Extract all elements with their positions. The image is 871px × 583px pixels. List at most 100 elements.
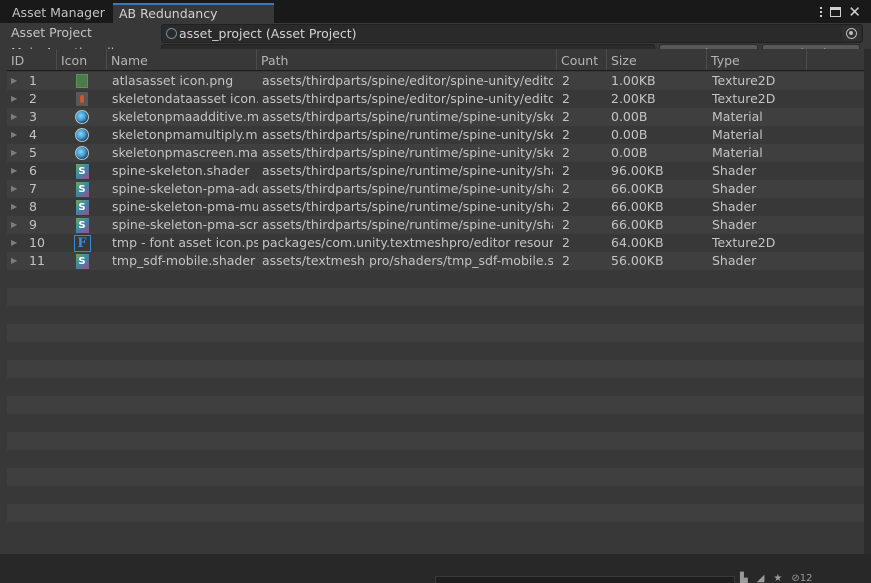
hidden-count: 12 [799, 573, 813, 583]
background-search-field[interactable] [435, 576, 735, 583]
hidden-packages-icon[interactable]: ⊘12 [791, 574, 812, 583]
row-size: 0.00B [611, 145, 648, 160]
background-toolbar-icons: ▙ ◢ ★ ⊘12 [740, 574, 813, 583]
row-id: 8 [29, 199, 37, 214]
expand-arrow-icon[interactable]: ▶ [11, 252, 21, 270]
expand-arrow-icon[interactable]: ▶ [11, 144, 21, 162]
expand-arrow-icon[interactable]: ▶ [11, 216, 21, 234]
row-name: spine-skeleton-pma-additive [112, 181, 258, 196]
row-id: 5 [29, 145, 37, 160]
tab-asset-manager[interactable]: Asset Manager [5, 3, 112, 23]
row-name: tmp_sdf-mobile.shader [112, 253, 256, 268]
row-size: 0.00B [611, 127, 648, 142]
table-row[interactable]: ▶ 2 skeletondataasset icon.png assets/third… [7, 90, 864, 108]
empty-table-row [7, 414, 864, 432]
column-header-icon[interactable]: Icon [56, 49, 106, 70]
expand-arrow-icon[interactable]: ▶ [11, 180, 21, 198]
row-path: assets/thirdparts/spine/runtime/spine-un… [262, 109, 553, 124]
table-row[interactable]: ▶ 7 Sspine-skeleton-pma-additive assets/thi… [7, 180, 864, 198]
row-size: 66.00KB [611, 181, 664, 196]
object-picker-button[interactable] [842, 26, 861, 41]
row-name: spine-skeleton-pma-screen [112, 217, 258, 232]
row-count: 2 [562, 127, 570, 142]
asset-project-field[interactable]: asset_project (Asset Project) [161, 24, 863, 43]
tab-ab-redundancy-checker[interactable]: AB Redundancy Checker [113, 3, 274, 39]
row-size: 66.00KB [611, 217, 664, 232]
row-id: 9 [29, 217, 37, 232]
row-name: tmp - font asset icon.psd [112, 235, 258, 250]
column-header-id[interactable]: ID [7, 49, 55, 70]
row-id: 7 [29, 181, 37, 196]
row-size: 64.00KB [611, 235, 664, 250]
expand-arrow-icon[interactable]: ▶ [11, 108, 21, 126]
row-path: assets/textmesh pro/shaders/tmp_sdf-mobi… [262, 253, 553, 268]
table-row[interactable]: ▶ 6 Sspine-skeleton.shader assets/thirdpart… [7, 162, 864, 180]
row-count: 2 [562, 253, 570, 268]
column-header-size[interactable]: Size [606, 49, 706, 70]
table-row[interactable]: ▶ 3 skeletonpmaadditive.mat assets/thirdpar… [7, 108, 864, 126]
close-icon[interactable]: ✕ [848, 3, 861, 21]
row-count: 2 [562, 91, 570, 106]
row-type: Shader [712, 253, 757, 268]
table-row[interactable]: ▶ 8 Sspine-skeleton-pma-multiply assets/thi… [7, 198, 864, 216]
filter-by-type-icon[interactable]: ▙ [740, 574, 748, 583]
shader-icon: S [75, 253, 89, 269]
row-type: Shader [712, 199, 757, 214]
table-row[interactable]: ▶ 1 atlasasset icon.png assets/thirdparts/s… [7, 72, 864, 90]
row-type: Shader [712, 163, 757, 178]
table-row[interactable]: ▶ 4 skeletonpmamultiply.mat assets/thirdpar… [7, 126, 864, 144]
row-id: 1 [29, 73, 37, 88]
column-header-type[interactable]: Type [706, 49, 806, 70]
row-size: 66.00KB [611, 199, 664, 214]
row-name: skeletonpmaadditive.mat [112, 109, 258, 124]
table-row[interactable]: ▶ 11 Stmp_sdf-mobile.shader assets/textmesh… [7, 252, 864, 270]
expand-arrow-icon[interactable]: ▶ [11, 162, 21, 180]
empty-table-row [7, 504, 864, 522]
column-header-path[interactable]: Path [256, 49, 556, 70]
row-count: 2 [562, 73, 570, 88]
shader-icon: S [75, 181, 89, 197]
column-header-name[interactable]: Name [106, 49, 256, 70]
row-count: 2 [562, 145, 570, 160]
table-row[interactable]: ▶ 10 Ftmp - font asset icon.psd packages/co… [7, 234, 864, 252]
row-name: spine-skeleton-pma-multiply [112, 199, 258, 214]
results-table: ID Icon Name Path Count Size Type ▶ 1 atla… [7, 49, 864, 554]
row-size: 96.00KB [611, 163, 664, 178]
empty-table-row [7, 432, 864, 450]
shader-icon: S [75, 199, 89, 215]
row-icon-cell: S [73, 216, 91, 234]
row-icon-cell [73, 72, 91, 90]
favorite-star-icon[interactable]: ★ [773, 574, 782, 583]
row-size: 1.00KB [611, 73, 656, 88]
row-name: atlasasset icon.png [112, 73, 234, 88]
empty-table-row [7, 396, 864, 414]
row-icon-cell: S [73, 198, 91, 216]
row-type: Material [712, 145, 763, 160]
asset-project-icon [166, 28, 177, 39]
table-row[interactable]: ▶ 5 skeletonpmascreen.mat assets/thirdparts… [7, 144, 864, 162]
expand-arrow-icon[interactable]: ▶ [11, 72, 21, 90]
row-id: 4 [29, 127, 37, 142]
row-name: spine-skeleton.shader [112, 163, 250, 178]
kebab-menu-icon[interactable] [819, 7, 823, 17]
vertical-scrollbar[interactable] [864, 49, 871, 554]
asset-project-label: Asset Project [11, 25, 92, 40]
filter-by-label-icon[interactable]: ◢ [757, 574, 765, 583]
expand-arrow-icon[interactable]: ▶ [11, 234, 21, 252]
row-name: skeletonpmascreen.mat [112, 145, 258, 160]
font-asset-icon: F [73, 234, 91, 252]
expand-arrow-icon[interactable]: ▶ [11, 126, 21, 144]
shader-icon: S [75, 163, 89, 179]
row-icon-cell: S [73, 162, 91, 180]
table-header: ID Icon Name Path Count Size Type [7, 49, 864, 71]
maximize-icon[interactable] [830, 7, 842, 17]
row-id: 10 [29, 235, 45, 250]
shader-icon: S [75, 217, 89, 233]
row-icon-cell [73, 90, 91, 108]
column-header-count[interactable]: Count [556, 49, 606, 70]
expand-arrow-icon[interactable]: ▶ [11, 198, 21, 216]
table-row[interactable]: ▶ 9 Sspine-skeleton-pma-screen assets/third… [7, 216, 864, 234]
row-icon-cell: F [73, 234, 91, 252]
row-type: Texture2D [712, 73, 776, 88]
expand-arrow-icon[interactable]: ▶ [11, 90, 21, 108]
